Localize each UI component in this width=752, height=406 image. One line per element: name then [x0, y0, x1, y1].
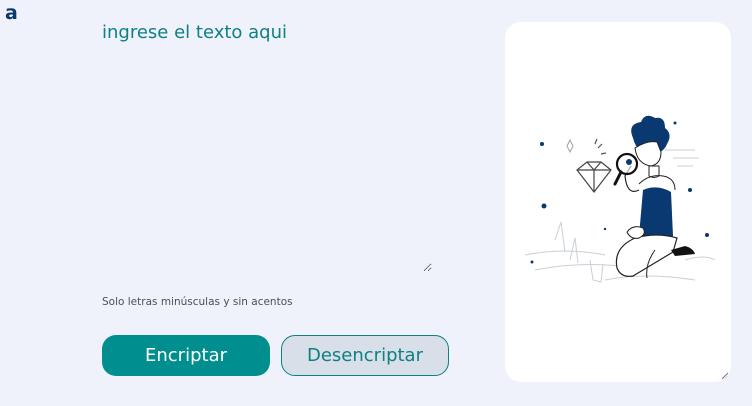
decrypt-button[interactable]: Desencriptar: [281, 335, 449, 376]
text-input[interactable]: [100, 20, 432, 272]
textarea-resize-grip-icon[interactable]: [721, 372, 729, 380]
input-hint: Solo letras minúsculas y sin acentos: [102, 296, 293, 308]
encrypt-button[interactable]: Encriptar: [102, 335, 270, 376]
logo: a: [5, 2, 18, 24]
output-panel: [505, 22, 731, 382]
output-text[interactable]: [505, 22, 731, 382]
